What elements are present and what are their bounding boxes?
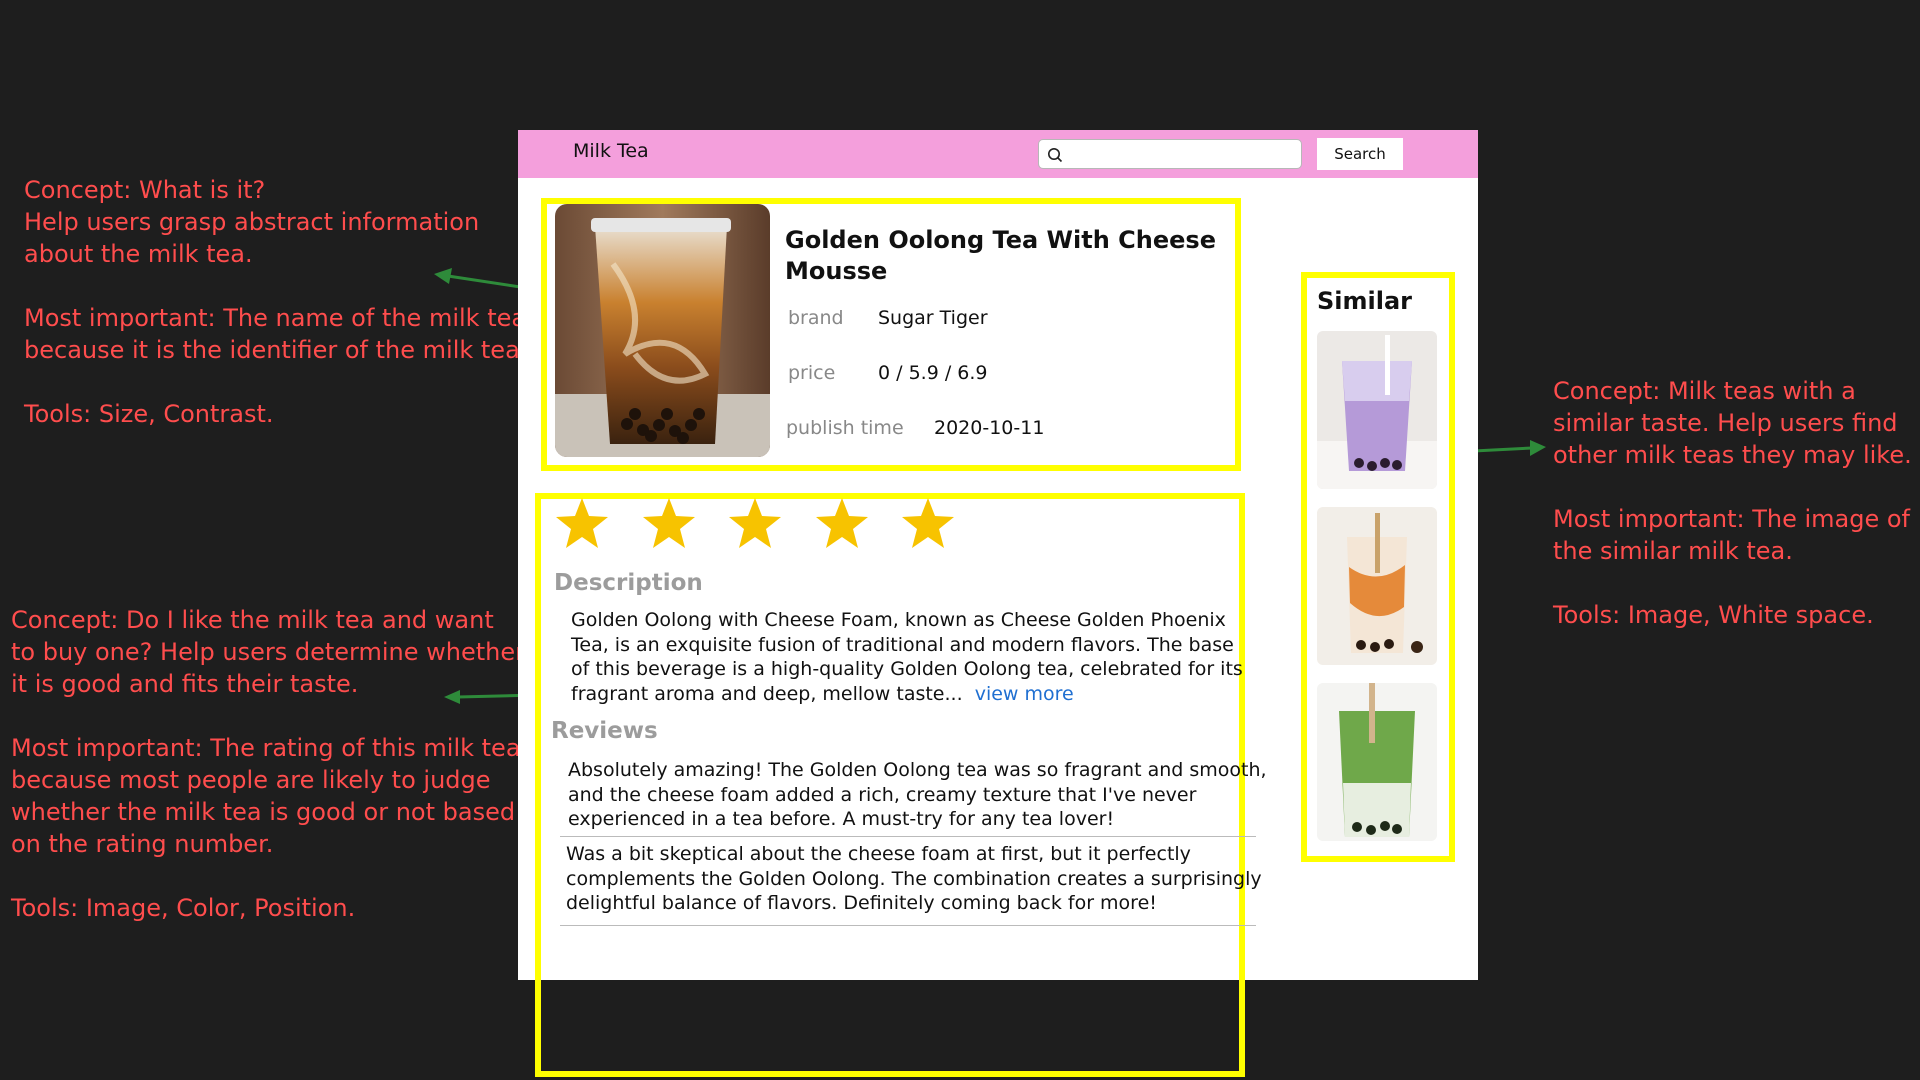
brand-value: Sugar Tiger bbox=[878, 307, 988, 329]
review-line: complements the Golden Oolong. The combi… bbox=[566, 867, 1262, 890]
star-icon bbox=[902, 498, 954, 548]
description-line: Golden Oolong with Cheese Foam, known as… bbox=[571, 609, 1226, 631]
similar-item-taro[interactable] bbox=[1317, 331, 1437, 489]
review-line: Absolutely amazing! The Golden Oolong te… bbox=[568, 759, 1267, 781]
review-divider bbox=[560, 925, 1256, 926]
description-text: Golden Oolong with Cheese Foam, known as… bbox=[571, 608, 1271, 706]
annotation-line: Most important: The rating of this milk … bbox=[11, 734, 521, 762]
milk-tea-page: Milk Tea Search Golden Oolong Tea With C… bbox=[518, 130, 1478, 1077]
review-line: Was a bit skeptical about the cheese foa… bbox=[566, 843, 1191, 865]
reviews-title: Reviews bbox=[551, 718, 658, 744]
description-line: of this beverage is a high-quality Golde… bbox=[571, 658, 1243, 680]
search-icon bbox=[1048, 148, 1063, 163]
product-name: Golden Oolong Tea With Cheese Mousse bbox=[785, 226, 1216, 285]
annotation-similar: Concept: Milk teas with a similar taste.… bbox=[1553, 375, 1920, 631]
publish-time-value: 2020-10-11 bbox=[934, 417, 1045, 439]
star-icon bbox=[643, 498, 695, 548]
top-bar: Milk Tea Search bbox=[518, 130, 1478, 178]
app-title: Milk Tea bbox=[573, 140, 649, 162]
annotation-line: Help users grasp abstract information bbox=[24, 208, 480, 236]
similar-title: Similar bbox=[1317, 287, 1413, 315]
star-icon bbox=[556, 498, 608, 548]
price-label: price bbox=[788, 362, 836, 384]
search-input[interactable] bbox=[1038, 139, 1302, 169]
review-item: Was a bit skeptical about the cheese foa… bbox=[566, 842, 1286, 916]
search-button[interactable]: Search bbox=[1317, 138, 1403, 170]
review-line: delightful balance of flavors. Definitel… bbox=[566, 892, 1157, 914]
star-icon bbox=[729, 498, 781, 548]
annotation-line: on the rating number. bbox=[11, 830, 274, 858]
review-line: experienced in a tea before. A must-try … bbox=[568, 808, 1115, 830]
review-line: and the cheese foam added a rich, creamy… bbox=[568, 783, 1197, 806]
product-image bbox=[555, 204, 770, 457]
description-title: Description bbox=[554, 570, 703, 596]
annotation-line: because it is the identifier of the milk… bbox=[24, 336, 528, 364]
annotation-line: Concept: What is it? bbox=[24, 176, 266, 204]
price-value: 0 / 5.9 / 6.9 bbox=[878, 362, 988, 384]
view-more-link[interactable]: view more bbox=[975, 683, 1074, 705]
annotation-line: the similar milk tea. bbox=[1553, 537, 1793, 565]
annotation-line: Tools: Image, White space. bbox=[1553, 601, 1874, 629]
description-line: Tea, is an exquisite fusion of tradition… bbox=[571, 633, 1234, 656]
review-item: Absolutely amazing! The Golden Oolong te… bbox=[568, 758, 1288, 832]
annotation-line: similar taste. Help users find bbox=[1553, 409, 1898, 437]
annotation-line: whether the milk tea is good or not base… bbox=[11, 798, 516, 826]
annotation-line: it is good and fits their taste. bbox=[11, 670, 359, 698]
annotation-line: because most people are likely to judge bbox=[11, 766, 491, 794]
annotation-line: Most important: The image of bbox=[1553, 505, 1910, 533]
annotation-line: Most important: The name of the milk tea bbox=[24, 304, 527, 332]
annotation-rating: Concept: Do I like the milk tea and want… bbox=[11, 604, 525, 924]
star-icon bbox=[816, 498, 868, 548]
annotation-line: Tools: Size, Contrast. bbox=[24, 400, 274, 428]
annotation-line: Concept: Milk teas with a bbox=[1553, 377, 1856, 405]
description-line: fragrant aroma and deep, mellow taste... bbox=[571, 682, 963, 705]
annotation-line: other milk teas they may like. bbox=[1553, 441, 1912, 469]
review-divider bbox=[560, 836, 1256, 837]
annotation-line: to buy one? Help users determine whether bbox=[11, 638, 525, 666]
similar-item-peach[interactable] bbox=[1317, 507, 1437, 665]
annotation-line: Tools: Image, Color, Position. bbox=[11, 894, 356, 922]
publish-time-label: publish time bbox=[786, 417, 904, 439]
annotation-product-info: Concept: What is it? Help users grasp ab… bbox=[24, 174, 528, 430]
brand-label: brand bbox=[788, 307, 844, 329]
annotation-line: Concept: Do I like the milk tea and want bbox=[11, 606, 494, 634]
similar-item-matcha[interactable] bbox=[1317, 683, 1437, 841]
